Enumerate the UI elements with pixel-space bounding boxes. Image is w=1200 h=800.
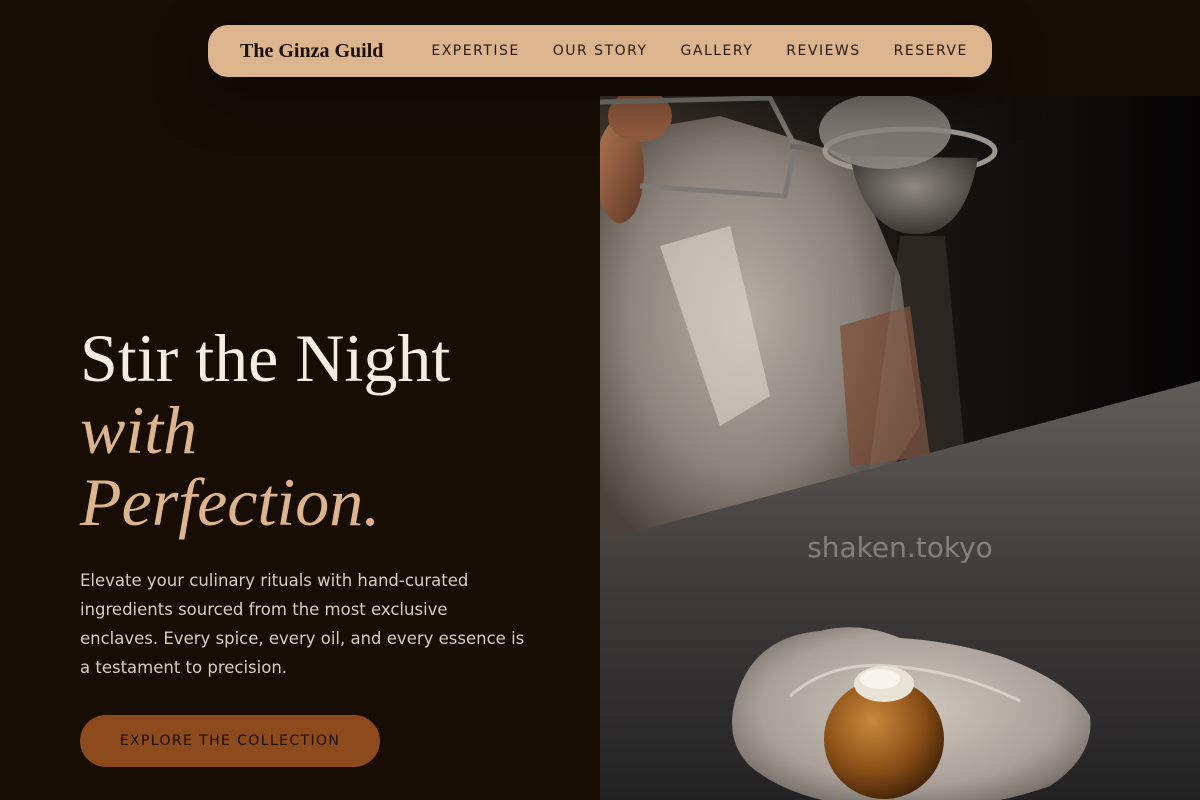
page: The Ginza Guild EXPERTISE OUR STORY GALL… [0,0,1200,800]
chef-sifting-spice-image [600,96,1200,800]
hero-description: Elevate your culinary rituals with hand-… [80,571,525,677]
nav-link-reviews[interactable]: REVIEWS [786,43,860,59]
explore-collection-button[interactable]: EXPLORE THE COLLECTION [80,715,380,767]
nav-link-our-story[interactable]: OUR STORY [553,43,648,59]
nav-link-reserve[interactable]: RESERVE [894,43,968,59]
hero-headline: Stir the Night with Perfection. [80,322,550,538]
hero-photo: shaken.tokyo [600,96,1200,800]
top-navigation: The Ginza Guild EXPERTISE OUR STORY GALL… [208,25,992,77]
brand-logo[interactable]: The Ginza Guild [240,40,383,63]
nav-links: EXPERTISE OUR STORY GALLERY REVIEWS RESE… [431,43,967,59]
headline-line-1: Stir the Night [80,320,451,396]
photo-watermark: shaken.tokyo [807,531,993,564]
headline-line-3: Perfection. [80,464,381,540]
headline-line-2: with [80,392,198,468]
nav-link-expertise[interactable]: EXPERTISE [431,43,519,59]
hero-content: Stir the Night with Perfection. Elevate … [80,322,550,682]
nav-link-gallery[interactable]: GALLERY [681,43,754,59]
